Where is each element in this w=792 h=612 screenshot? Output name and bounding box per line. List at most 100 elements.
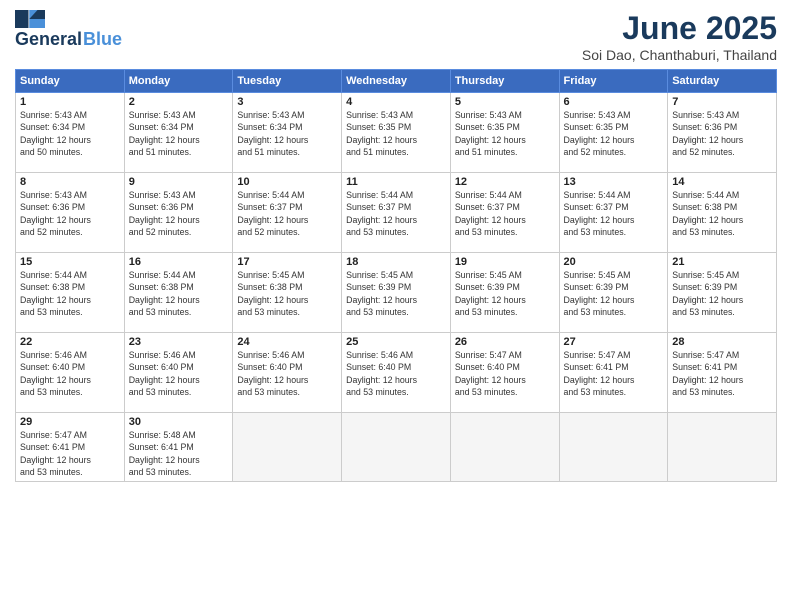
day-info: Sunrise: 5:43 AMSunset: 6:34 PMDaylight:… [20, 109, 120, 158]
day-number: 25 [346, 336, 446, 348]
day-number: 17 [237, 256, 337, 268]
calendar-header-row: Sunday Monday Tuesday Wednesday Thursday… [16, 70, 777, 93]
table-row: 14Sunrise: 5:44 AMSunset: 6:38 PMDayligh… [668, 173, 777, 253]
day-info: Sunrise: 5:45 AMSunset: 6:39 PMDaylight:… [346, 269, 446, 318]
table-row: 11Sunrise: 5:44 AMSunset: 6:37 PMDayligh… [342, 173, 451, 253]
col-thursday: Thursday [450, 70, 559, 93]
day-number: 28 [672, 336, 772, 348]
table-row: 26Sunrise: 5:47 AMSunset: 6:40 PMDayligh… [450, 333, 559, 413]
day-info: Sunrise: 5:43 AMSunset: 6:35 PMDaylight:… [346, 109, 446, 158]
day-number: 13 [564, 176, 664, 188]
table-row: 20Sunrise: 5:45 AMSunset: 6:39 PMDayligh… [559, 253, 668, 333]
day-number: 30 [129, 416, 229, 428]
day-number: 21 [672, 256, 772, 268]
day-info: Sunrise: 5:44 AMSunset: 6:38 PMDaylight:… [672, 189, 772, 238]
table-row: 23Sunrise: 5:46 AMSunset: 6:40 PMDayligh… [124, 333, 233, 413]
col-wednesday: Wednesday [342, 70, 451, 93]
day-number: 12 [455, 176, 555, 188]
day-number: 5 [455, 96, 555, 108]
day-info: Sunrise: 5:47 AMSunset: 6:41 PMDaylight:… [20, 429, 120, 478]
day-number: 4 [346, 96, 446, 108]
table-row [559, 413, 668, 482]
col-monday: Monday [124, 70, 233, 93]
table-row: 30Sunrise: 5:48 AMSunset: 6:41 PMDayligh… [124, 413, 233, 482]
day-info: Sunrise: 5:43 AMSunset: 6:34 PMDaylight:… [237, 109, 337, 158]
table-row: 6Sunrise: 5:43 AMSunset: 6:35 PMDaylight… [559, 93, 668, 173]
table-row: 29Sunrise: 5:47 AMSunset: 6:41 PMDayligh… [16, 413, 125, 482]
table-row: 27Sunrise: 5:47 AMSunset: 6:41 PMDayligh… [559, 333, 668, 413]
day-number: 8 [20, 176, 120, 188]
title-month: June 2025 [582, 10, 777, 47]
day-info: Sunrise: 5:46 AMSunset: 6:40 PMDaylight:… [20, 349, 120, 398]
table-row: 17Sunrise: 5:45 AMSunset: 6:38 PMDayligh… [233, 253, 342, 333]
day-number: 14 [672, 176, 772, 188]
day-number: 10 [237, 176, 337, 188]
day-info: Sunrise: 5:44 AMSunset: 6:37 PMDaylight:… [564, 189, 664, 238]
table-row: 21Sunrise: 5:45 AMSunset: 6:39 PMDayligh… [668, 253, 777, 333]
day-number: 2 [129, 96, 229, 108]
table-row: 15Sunrise: 5:44 AMSunset: 6:38 PMDayligh… [16, 253, 125, 333]
day-number: 20 [564, 256, 664, 268]
day-info: Sunrise: 5:48 AMSunset: 6:41 PMDaylight:… [129, 429, 229, 478]
table-row: 18Sunrise: 5:45 AMSunset: 6:39 PMDayligh… [342, 253, 451, 333]
day-info: Sunrise: 5:43 AMSunset: 6:36 PMDaylight:… [20, 189, 120, 238]
table-row: 13Sunrise: 5:44 AMSunset: 6:37 PMDayligh… [559, 173, 668, 253]
table-row: 7Sunrise: 5:43 AMSunset: 6:36 PMDaylight… [668, 93, 777, 173]
page: General Blue June 2025 Soi Dao, Chanthab… [0, 0, 792, 612]
table-row: 1Sunrise: 5:43 AMSunset: 6:34 PMDaylight… [16, 93, 125, 173]
title-block: June 2025 Soi Dao, Chanthaburi, Thailand [582, 10, 777, 63]
day-info: Sunrise: 5:46 AMSunset: 6:40 PMDaylight:… [346, 349, 446, 398]
table-row [450, 413, 559, 482]
day-info: Sunrise: 5:46 AMSunset: 6:40 PMDaylight:… [129, 349, 229, 398]
day-number: 23 [129, 336, 229, 348]
day-number: 22 [20, 336, 120, 348]
table-row: 3Sunrise: 5:43 AMSunset: 6:34 PMDaylight… [233, 93, 342, 173]
day-info: Sunrise: 5:43 AMSunset: 6:35 PMDaylight:… [564, 109, 664, 158]
table-row: 12Sunrise: 5:44 AMSunset: 6:37 PMDayligh… [450, 173, 559, 253]
table-row: 19Sunrise: 5:45 AMSunset: 6:39 PMDayligh… [450, 253, 559, 333]
table-row [233, 413, 342, 482]
day-number: 7 [672, 96, 772, 108]
day-number: 18 [346, 256, 446, 268]
day-info: Sunrise: 5:43 AMSunset: 6:36 PMDaylight:… [129, 189, 229, 238]
table-row: 16Sunrise: 5:44 AMSunset: 6:38 PMDayligh… [124, 253, 233, 333]
day-number: 11 [346, 176, 446, 188]
day-number: 3 [237, 96, 337, 108]
table-row [668, 413, 777, 482]
day-info: Sunrise: 5:43 AMSunset: 6:35 PMDaylight:… [455, 109, 555, 158]
day-number: 27 [564, 336, 664, 348]
table-row: 25Sunrise: 5:46 AMSunset: 6:40 PMDayligh… [342, 333, 451, 413]
day-number: 6 [564, 96, 664, 108]
day-info: Sunrise: 5:44 AMSunset: 6:37 PMDaylight:… [455, 189, 555, 238]
table-row: 2Sunrise: 5:43 AMSunset: 6:34 PMDaylight… [124, 93, 233, 173]
title-location: Soi Dao, Chanthaburi, Thailand [582, 47, 777, 63]
col-tuesday: Tuesday [233, 70, 342, 93]
table-row: 4Sunrise: 5:43 AMSunset: 6:35 PMDaylight… [342, 93, 451, 173]
day-number: 19 [455, 256, 555, 268]
day-info: Sunrise: 5:45 AMSunset: 6:39 PMDaylight:… [672, 269, 772, 318]
table-row: 22Sunrise: 5:46 AMSunset: 6:40 PMDayligh… [16, 333, 125, 413]
day-info: Sunrise: 5:47 AMSunset: 6:40 PMDaylight:… [455, 349, 555, 398]
day-number: 26 [455, 336, 555, 348]
logo: General Blue [15, 10, 122, 48]
day-number: 24 [237, 336, 337, 348]
logo-text-general: General [15, 30, 82, 48]
table-row: 28Sunrise: 5:47 AMSunset: 6:41 PMDayligh… [668, 333, 777, 413]
day-info: Sunrise: 5:44 AMSunset: 6:38 PMDaylight:… [20, 269, 120, 318]
day-number: 29 [20, 416, 120, 428]
day-info: Sunrise: 5:45 AMSunset: 6:38 PMDaylight:… [237, 269, 337, 318]
day-info: Sunrise: 5:44 AMSunset: 6:37 PMDaylight:… [237, 189, 337, 238]
table-row: 9Sunrise: 5:43 AMSunset: 6:36 PMDaylight… [124, 173, 233, 253]
table-row: 24Sunrise: 5:46 AMSunset: 6:40 PMDayligh… [233, 333, 342, 413]
day-number: 15 [20, 256, 120, 268]
logo-text-blue: Blue [83, 30, 122, 48]
day-info: Sunrise: 5:44 AMSunset: 6:38 PMDaylight:… [129, 269, 229, 318]
day-info: Sunrise: 5:43 AMSunset: 6:34 PMDaylight:… [129, 109, 229, 158]
table-row [342, 413, 451, 482]
calendar-table: Sunday Monday Tuesday Wednesday Thursday… [15, 69, 777, 482]
col-friday: Friday [559, 70, 668, 93]
day-info: Sunrise: 5:43 AMSunset: 6:36 PMDaylight:… [672, 109, 772, 158]
table-row: 10Sunrise: 5:44 AMSunset: 6:37 PMDayligh… [233, 173, 342, 253]
col-sunday: Sunday [16, 70, 125, 93]
day-info: Sunrise: 5:45 AMSunset: 6:39 PMDaylight:… [564, 269, 664, 318]
